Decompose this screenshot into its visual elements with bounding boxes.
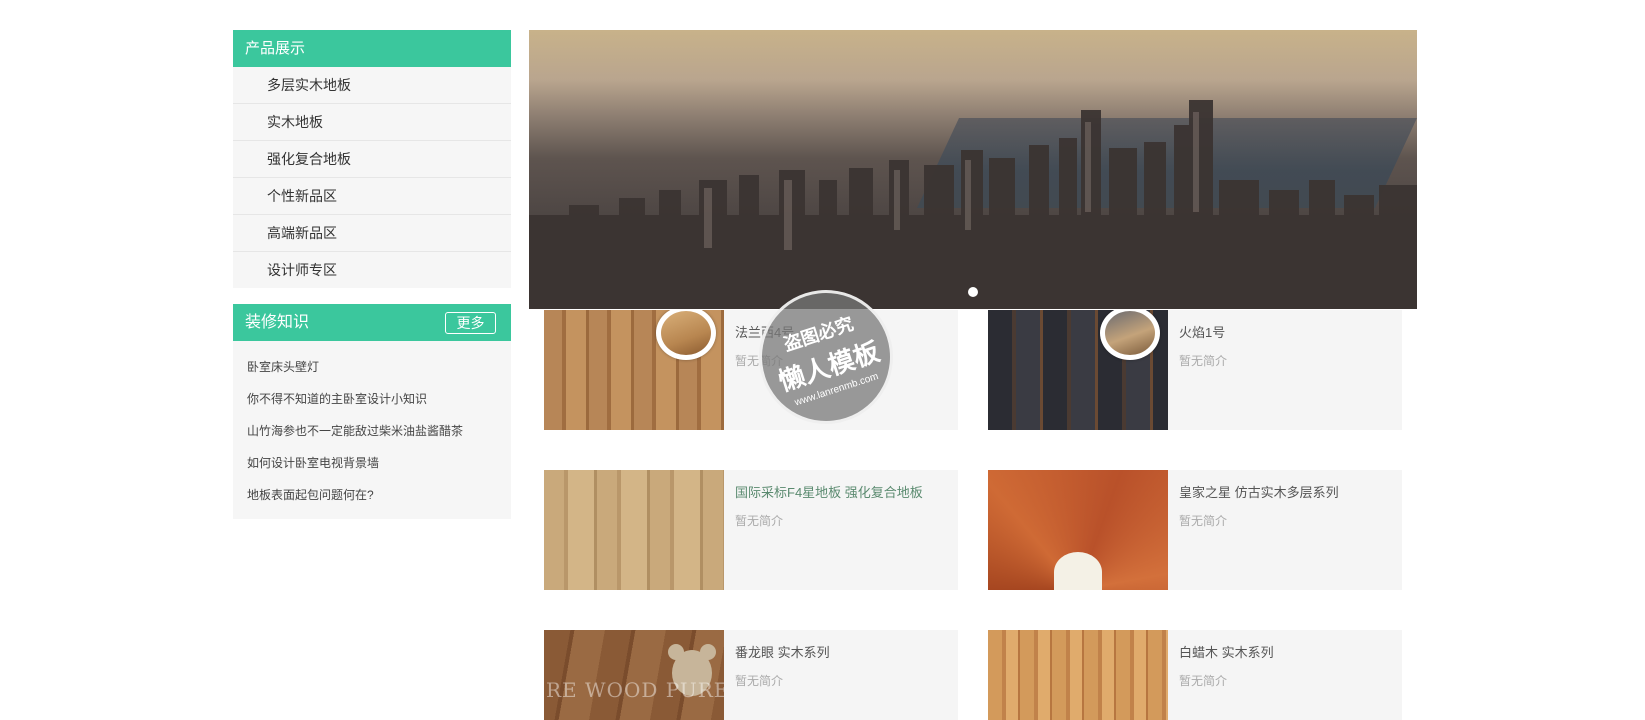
carousel-dot[interactable] xyxy=(968,287,978,297)
product-title[interactable]: 国际采标F4星地板 强化复合地板 xyxy=(735,482,923,501)
product-title[interactable]: 番龙眼 实木系列 xyxy=(735,642,830,661)
product-desc: 暂无简介 xyxy=(735,514,784,528)
category-list: 多层实木地板 实木地板 强化复合地板 个性新品区 高端新品区 设计师专区 xyxy=(233,67,511,288)
city-skyline-image xyxy=(529,100,1417,309)
product-image[interactable] xyxy=(988,630,1168,720)
category-item-laminate[interactable]: 强化复合地板 xyxy=(233,141,511,178)
product-desc: 暂无简介 xyxy=(1179,674,1228,688)
decoration-knowledge-title: 装修知识 xyxy=(245,314,310,331)
category-item-new-premium[interactable]: 高端新品区 xyxy=(233,215,511,252)
product-card[interactable]: 皇家之星 仿古实木多层系列 暂无简介 xyxy=(988,470,1402,590)
category-item-solid-wood[interactable]: 实木地板 xyxy=(233,104,511,141)
product-category-title: 产品展示 xyxy=(233,30,511,67)
product-desc: 暂无简介 xyxy=(1179,514,1228,528)
product-card[interactable]: 白蜡木 实木系列 暂无简介 xyxy=(988,630,1402,720)
news-link[interactable]: 你不得不知道的主卧室设计小知识 xyxy=(233,383,511,415)
product-card[interactable]: 火焰1号 暂无简介 xyxy=(988,310,1402,430)
news-link[interactable]: 如何设计卧室电视背景墙 xyxy=(233,447,511,479)
product-desc: 暂无简介 xyxy=(735,674,784,688)
decoration-knowledge-panel: 装修知识 更多 卧室床头壁灯 你不得不知道的主卧室设计小知识 山竹海参也不一定能… xyxy=(233,304,511,519)
sidebar: 产品展示 多层实木地板 实木地板 强化复合地板 个性新品区 高端新品区 设计师专… xyxy=(233,30,511,519)
more-button[interactable]: 更多 xyxy=(445,312,496,334)
product-image[interactable]: RE WOOD PURE xyxy=(544,630,724,720)
product-card[interactable]: 国际采标F4星地板 强化复合地板 暂无简介 xyxy=(544,470,958,590)
news-link[interactable]: 地板表面起包问题何在? xyxy=(233,479,511,511)
product-card[interactable]: RE WOOD PURE 番龙眼 实木系列 暂无简介 xyxy=(544,630,958,720)
product-sample-badge xyxy=(1100,310,1160,360)
product-desc: 暂无简介 xyxy=(1179,354,1228,368)
hero-banner[interactable] xyxy=(529,30,1417,309)
product-image[interactable] xyxy=(988,470,1168,590)
product-title[interactable]: 白蜡木 实木系列 xyxy=(1179,642,1274,661)
product-category-panel: 产品展示 多层实木地板 实木地板 强化复合地板 个性新品区 高端新品区 设计师专… xyxy=(233,30,511,288)
news-link[interactable]: 卧室床头壁灯 xyxy=(233,351,511,383)
flower-decoration xyxy=(1054,552,1102,590)
product-image[interactable] xyxy=(988,310,1168,430)
category-item-multilayer[interactable]: 多层实木地板 xyxy=(233,67,511,104)
product-image[interactable] xyxy=(544,470,724,590)
product-sample-badge xyxy=(656,310,716,360)
news-list: 卧室床头壁灯 你不得不知道的主卧室设计小知识 山竹海参也不一定能敌过柴米油盐酱醋… xyxy=(233,341,511,519)
image-caption: RE WOOD PURE xyxy=(546,678,724,702)
news-link[interactable]: 山竹海参也不一定能敌过柴米油盐酱醋茶 xyxy=(233,415,511,447)
product-title[interactable]: 火焰1号 xyxy=(1179,322,1225,341)
category-item-new-personal[interactable]: 个性新品区 xyxy=(233,178,511,215)
product-image[interactable] xyxy=(544,310,724,430)
decoration-knowledge-header: 装修知识 更多 xyxy=(233,304,511,341)
category-item-designer[interactable]: 设计师专区 xyxy=(233,252,511,288)
product-title[interactable]: 皇家之星 仿古实木多层系列 xyxy=(1179,482,1339,501)
